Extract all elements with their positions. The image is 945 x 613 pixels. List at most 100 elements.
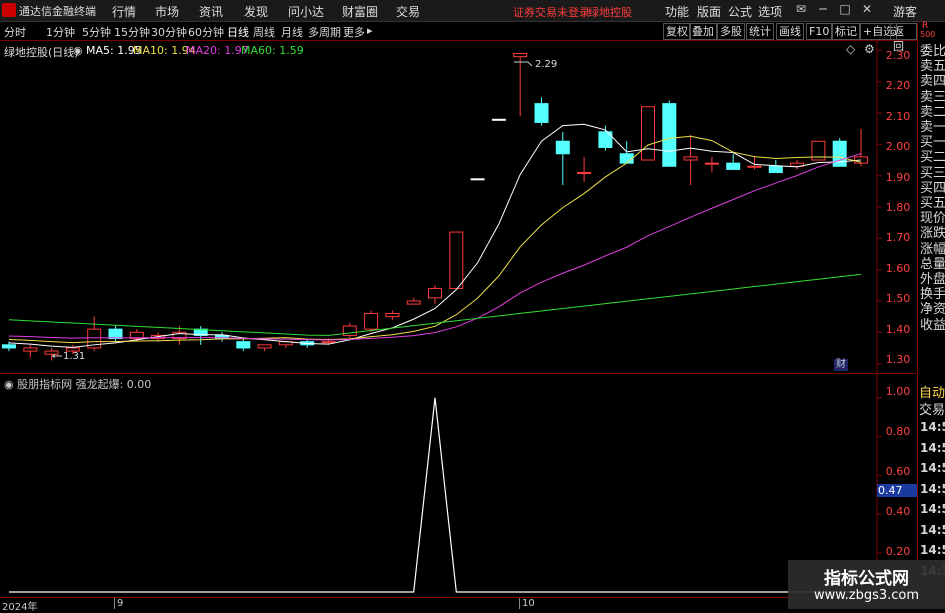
- menu-market[interactable]: 市场: [155, 3, 179, 20]
- candle-body: [321, 341, 336, 344]
- menu-trade[interactable]: 交易: [396, 3, 420, 20]
- candle-body: [555, 140, 570, 155]
- candle-body: [683, 156, 698, 161]
- quote-label-10: 买五: [920, 196, 945, 211]
- candle-body: [619, 153, 634, 164]
- top-badge-500[interactable]: 500: [920, 31, 935, 39]
- stats-button[interactable]: 统计: [746, 23, 774, 40]
- candle-body: [385, 312, 400, 318]
- menu-wealth[interactable]: 财富圈: [342, 3, 378, 20]
- period-5min[interactable]: 5分钟: [82, 24, 111, 40]
- candle-body: [491, 118, 506, 121]
- candle-body: [768, 165, 783, 174]
- minimize-icon[interactable]: ─: [812, 2, 834, 19]
- high-price-note: 2.29: [535, 59, 558, 70]
- indicator-tick-label: 0.40: [885, 505, 911, 518]
- menu-news[interactable]: 资讯: [199, 3, 223, 20]
- price-tick-label: 1.80: [885, 201, 911, 214]
- tick-time-0: 14:56: [920, 420, 945, 434]
- candlestick-chart[interactable]: [0, 41, 917, 373]
- period-30min[interactable]: 30分钟: [151, 24, 187, 40]
- watermark-url: www.zbgs3.com: [813, 588, 920, 603]
- menu-formula[interactable]: 公式: [728, 3, 752, 20]
- candle-body: [23, 347, 38, 352]
- close-icon[interactable]: ✕: [856, 2, 878, 19]
- diamond-icon[interactable]: ◇: [846, 42, 855, 56]
- quote-label-6: 买一: [920, 135, 945, 151]
- period-weekly[interactable]: 周线: [253, 24, 275, 40]
- menu-options[interactable]: 选项: [758, 3, 782, 20]
- price-tick-label: 1.60: [885, 261, 911, 275]
- watermark-title: 指标公式网: [824, 569, 909, 589]
- price-tick-label: 2.20: [885, 79, 911, 93]
- quote-label-9: 买四: [920, 180, 945, 196]
- price-tick-label: 1.50: [885, 292, 911, 306]
- app-title: 通达信金融终端: [19, 5, 96, 18]
- more-arrow-icon[interactable]: ▸: [367, 24, 373, 37]
- price-tick-label: 1.30: [885, 353, 911, 366]
- quote-label-17: 净资: [920, 302, 945, 318]
- candle-body: [428, 287, 442, 299]
- quote-label-16: 换手: [920, 287, 945, 303]
- draw-line-button[interactable]: 画线: [776, 23, 804, 40]
- period-15min[interactable]: 15分钟: [114, 24, 150, 40]
- quote-label-13: 涨幅: [920, 241, 945, 257]
- period-60min[interactable]: 60分钟: [188, 24, 224, 40]
- indicator-tick-label: 0.60: [885, 465, 911, 478]
- indicator-gear-icon[interactable]: ◉: [4, 378, 17, 391]
- app-logo-icon: [2, 3, 16, 17]
- quote-label-5: 卖一: [920, 120, 945, 135]
- candle-body: [2, 344, 16, 349]
- menu-discover[interactable]: 发现: [244, 3, 268, 20]
- panel-mode-1[interactable]: 交易: [919, 399, 945, 418]
- guest-user[interactable]: 游客: [893, 3, 917, 20]
- period-timeshare[interactable]: 分时: [4, 24, 26, 40]
- indicator-line: [9, 397, 861, 593]
- period-multi[interactable]: 多周期: [308, 24, 341, 40]
- indicator-title: ◉ 股朋指标网 强龙起爆: 0.00: [4, 378, 152, 391]
- price-tick-label: 1.70: [885, 231, 911, 245]
- date-axis: [0, 597, 917, 610]
- stock-title: 绿地控股(日线): [4, 46, 79, 59]
- overlay-button[interactable]: 叠加: [689, 23, 717, 40]
- finance-badge[interactable]: 财: [834, 359, 848, 371]
- period-daily[interactable]: 日线: [227, 24, 249, 40]
- back-button[interactable]: 返回: [890, 23, 917, 53]
- candles: [2, 53, 868, 361]
- candle-body: [236, 341, 251, 349]
- f10-button[interactable]: F10: [806, 23, 833, 40]
- mark-button[interactable]: 标记: [832, 23, 860, 40]
- maximize-icon[interactable]: □: [834, 2, 856, 19]
- period-monthly[interactable]: 月线: [281, 24, 303, 40]
- mail-icon[interactable]: ✉: [790, 2, 812, 19]
- quote-label-4: 卖二: [920, 104, 945, 120]
- menu-layout[interactable]: 版面: [697, 3, 721, 20]
- menu-function[interactable]: 功能: [665, 3, 689, 20]
- tick-time-5: 14:56: [920, 522, 945, 537]
- cursor-value-badge: 0.47: [877, 484, 918, 497]
- menu-ask[interactable]: 问小达: [288, 3, 324, 20]
- quote-label-11: 现价: [920, 211, 945, 227]
- indicator-tick-label: 1.00: [885, 385, 911, 398]
- period-1min[interactable]: 1分钟: [46, 24, 75, 40]
- indicator-toggle-icon[interactable]: ◉: [73, 44, 83, 57]
- axis-date-oct: 10: [522, 598, 535, 609]
- trade-login-warning[interactable]: 证券交易未登录: [513, 4, 590, 20]
- low-price-arrow-icon: ←: [52, 351, 61, 362]
- candle-body: [534, 103, 549, 123]
- indicator-chart[interactable]: [0, 374, 917, 596]
- period-more[interactable]: 更多: [343, 24, 365, 40]
- axis-date-year: 2024年: [2, 602, 38, 613]
- multi-stock-button[interactable]: 多股: [717, 23, 745, 40]
- price-tick-label: 1.90: [885, 170, 911, 184]
- candle-body: [641, 106, 655, 161]
- settings-gear-icon[interactable]: ⚙: [864, 42, 875, 56]
- menu-quotes[interactable]: 行情: [112, 3, 136, 20]
- tick-time-3: 14:56: [920, 481, 945, 496]
- candle-body: [364, 312, 379, 330]
- stock-name-link[interactable]: 绿地控股: [588, 4, 632, 20]
- adjust-button[interactable]: 复权: [663, 23, 691, 40]
- quote-label-12: 涨跌: [920, 226, 945, 242]
- quote-label-3: 卖三: [920, 89, 945, 105]
- candle-body: [704, 162, 719, 165]
